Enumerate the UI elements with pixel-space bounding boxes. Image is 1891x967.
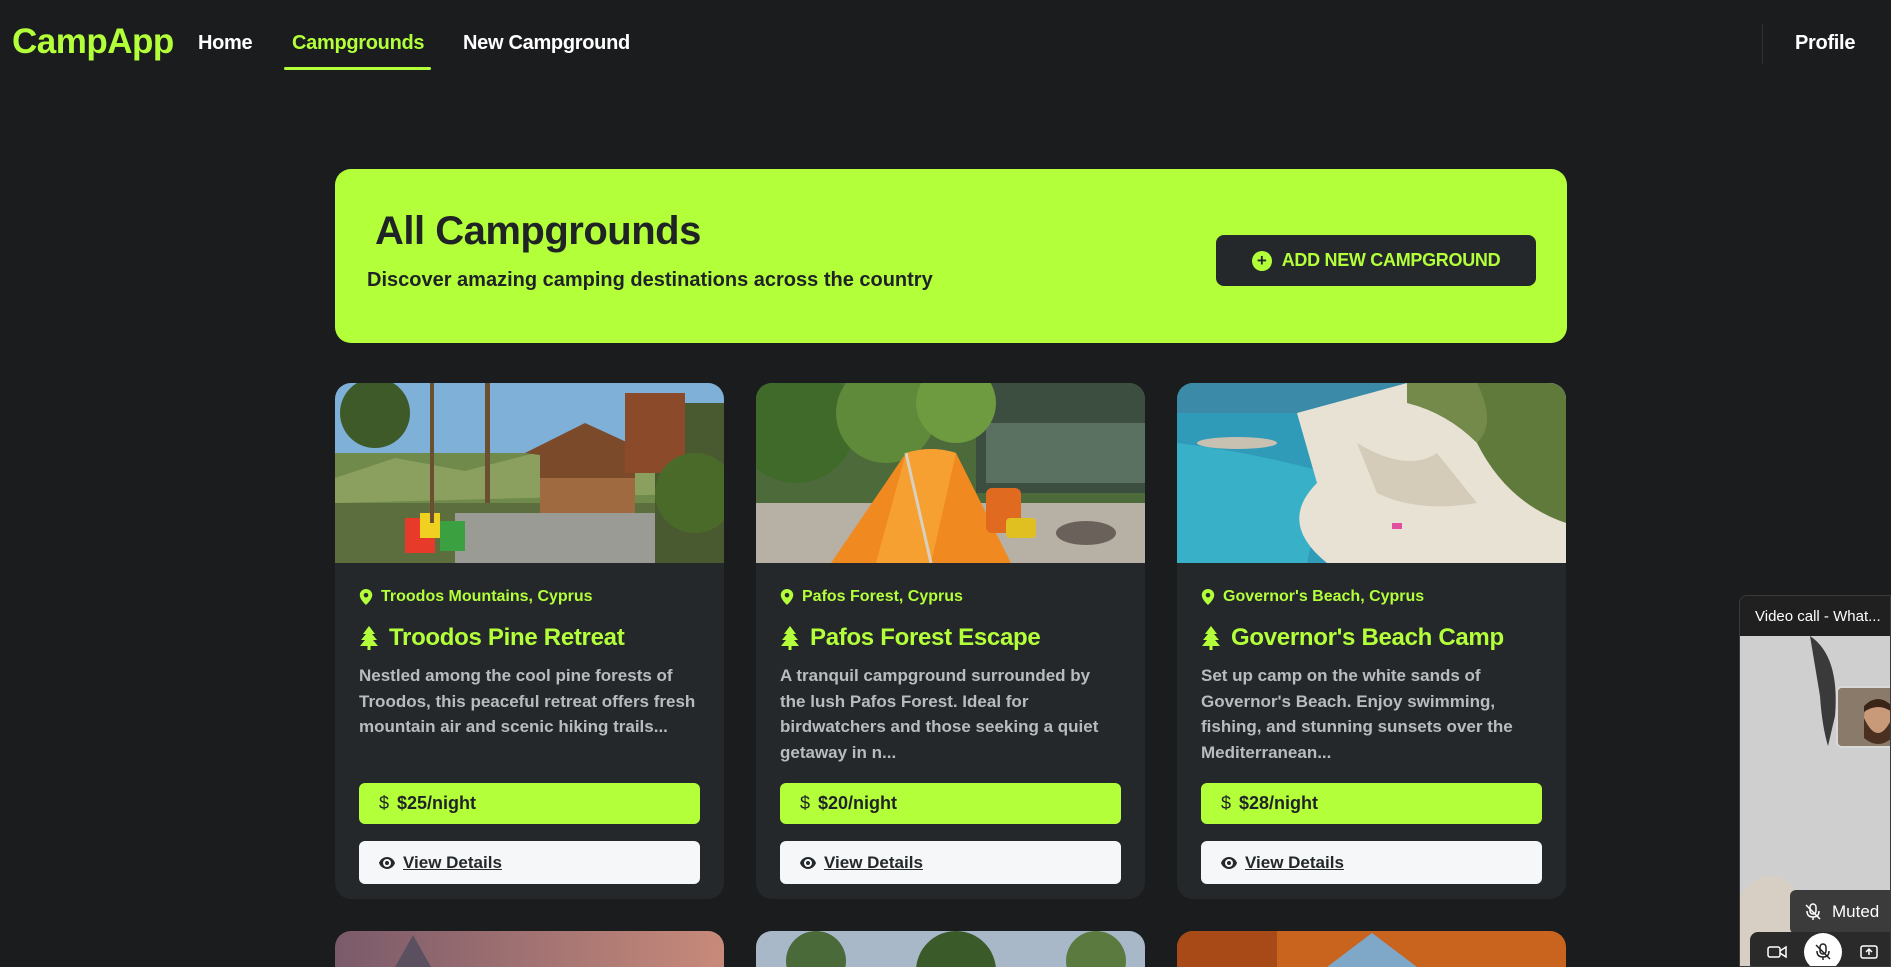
nav-home[interactable]: Home [198,32,253,55]
campground-description: A tranquil campground surrounded by the … [780,666,1099,762]
location-text: Troodos Mountains, Cyprus [381,588,593,605]
location-text: Pafos Forest, Cyprus [802,588,963,605]
dollar-icon: $ [800,793,811,813]
map-pin-icon [1201,589,1215,605]
mic-off-icon [1805,903,1821,920]
price-text: $20/night [818,793,898,813]
video-call-window[interactable]: Video call - What... Muted [1739,595,1891,967]
price-text: $28/night [1239,793,1319,813]
campground-image [1177,383,1566,563]
page-subtitle: Discover amazing camping destinations ac… [367,269,933,291]
tree-icon [781,626,799,650]
share-screen-button[interactable] [1854,937,1884,966]
campground-card: Troodos Mountains, Cyprus Troodos Pine R… [335,383,724,899]
nav-campgrounds[interactable]: Campgrounds [292,32,425,55]
campground-description: Nestled among the cool pine forests of T… [359,666,696,736]
plus-circle-icon: + [1251,250,1272,271]
price-badge: $ $28/night [1201,783,1542,824]
video-call-title: Video call - What... [1755,607,1881,625]
campground-card: Pafos Forest, Cyprus Pafos Forest Escape… [756,383,1145,899]
campground-title-text: Troodos Pine Retreat [389,624,625,651]
mic-toggle-button[interactable] [1804,933,1842,966]
dollar-icon: $ [1221,793,1232,813]
price-text: $25/night [397,793,477,813]
page-title: All Campgrounds [375,209,701,253]
campground-location: Governor's Beach, Cyprus [1201,588,1424,606]
camera-toggle-button[interactable] [1762,937,1792,966]
tree-icon [360,626,378,650]
campground-image [756,383,1145,563]
nav-profile[interactable]: Profile [1795,32,1855,55]
campground-title-text: Governor's Beach Camp [1231,624,1504,651]
campground-image [335,383,724,563]
campground-location: Troodos Mountains, Cyprus [359,588,593,606]
location-text: Governor's Beach, Cyprus [1223,588,1425,605]
add-new-campground-button[interactable]: + ADD NEW CAMPGROUND [1216,235,1536,286]
nav-divider [1762,24,1763,64]
campground-location: Pafos Forest, Cyprus [780,588,963,606]
campground-card: Governor's Beach, Cyprus Governor's Beac… [1177,383,1566,899]
mic-off-icon [1815,943,1831,960]
muted-label: Muted [1832,902,1880,921]
view-details-button[interactable]: View Details [359,841,700,884]
active-nav-indicator [284,67,431,70]
tree-icon [1202,626,1220,650]
muted-indicator: Muted [1790,890,1890,934]
video-call-titlebar[interactable]: Video call - What... [1740,596,1890,636]
dollar-icon: $ [379,793,390,813]
campground-title[interactable]: Pafos Forest Escape [780,624,1041,652]
brand-logo[interactable]: CampApp [12,22,174,62]
price-badge: $ $25/night [359,783,700,824]
campground-description: Set up camp on the white sands of Govern… [1201,666,1513,762]
campground-title-text: Pafos Forest Escape [810,624,1041,651]
campground-image [1177,931,1566,967]
view-details-button[interactable]: View Details [780,841,1121,884]
nav-new-campground[interactable]: New Campground [463,32,630,55]
view-details-button[interactable]: View Details [1201,841,1542,884]
navbar: CampApp Home Campgrounds New Campground … [0,0,1891,92]
video-call-feed: Muted [1740,636,1890,966]
campground-title[interactable]: Governor's Beach Camp [1201,624,1504,652]
camera-icon [1767,945,1787,959]
video-call-controls [1750,932,1890,966]
view-details-label: View Details [403,852,502,872]
self-view-thumbnail[interactable] [1836,686,1890,748]
campground-title[interactable]: Troodos Pine Retreat [359,624,625,652]
price-badge: $ $20/night [780,783,1121,824]
view-details-label: View Details [1245,852,1344,872]
campground-image [756,931,1145,967]
campground-image [335,931,724,967]
map-pin-icon [780,589,794,605]
hero-banner: All Campgrounds Discover amazing camping… [335,169,1567,343]
eye-icon [379,856,395,869]
eye-icon [1221,856,1237,869]
share-screen-icon [1860,945,1878,959]
add-new-campground-label: ADD NEW CAMPGROUND [1281,250,1501,270]
eye-icon [800,856,816,869]
map-pin-icon [359,589,373,605]
view-details-label: View Details [824,852,923,872]
